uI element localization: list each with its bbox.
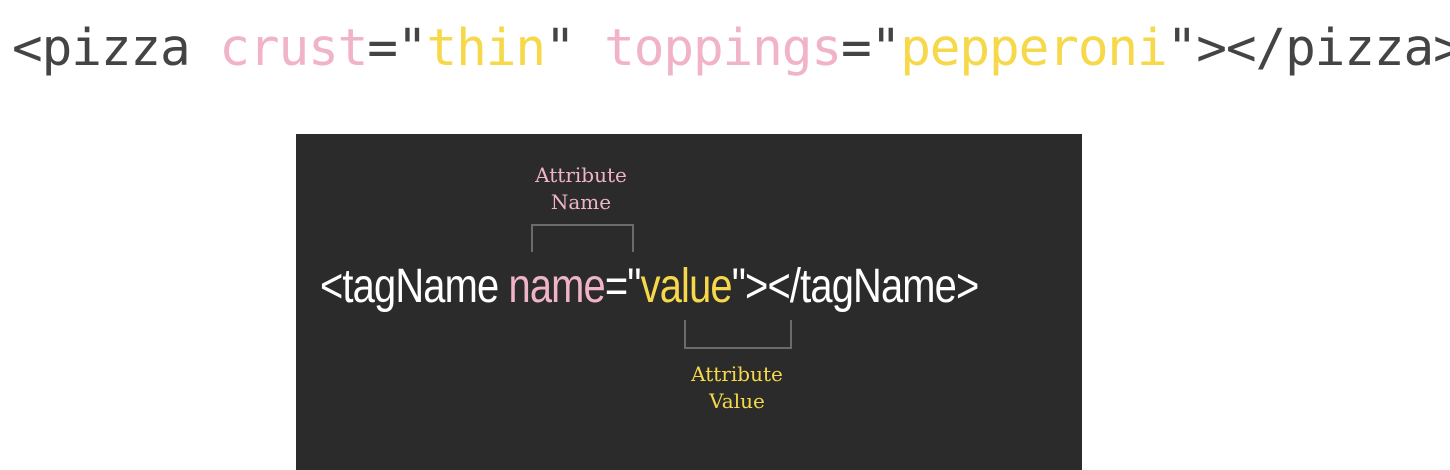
syntax-diagram-panel: Attribute Name <tagName name="value"></t… — [296, 134, 1082, 470]
attribute-name-label: Attribute Name — [481, 162, 681, 216]
attribute-name-label-line1: Attribute — [535, 163, 627, 187]
syntax-attr-value: value — [640, 260, 733, 313]
attribute-value-label-line1: Attribute — [691, 362, 783, 386]
example-attr-crust-name: crust — [219, 19, 368, 78]
example-close-tag: "></pizza> — [1166, 19, 1450, 78]
example-attr-crust-close-quote: " — [544, 19, 576, 78]
attribute-value-label: Attribute Value — [637, 361, 837, 415]
attribute-value-label-line2: Value — [709, 389, 765, 413]
example-open-tag: <pizza — [12, 19, 191, 78]
example-code-line: <pizza crust="thin" toppings="pepperoni"… — [12, 18, 1450, 80]
syntax-close-tag: "></tagName> — [731, 260, 980, 313]
attribute-name-bracket — [531, 224, 634, 252]
example-attr-toppings-value: pepperoni — [900, 19, 1168, 78]
example-attr-toppings-name: toppings — [604, 19, 842, 78]
page: <pizza crust="thin" toppings="pepperoni"… — [0, 0, 1450, 470]
syntax-open-tag: <tagName — [320, 260, 499, 313]
attribute-name-label-line2: Name — [550, 190, 612, 214]
attribute-value-bracket — [684, 320, 792, 349]
example-attr-toppings-eq: =" — [840, 19, 901, 78]
example-attr-crust-eq: =" — [367, 19, 427, 78]
syntax-eq: =" — [604, 260, 642, 313]
syntax-attr-name: name — [508, 260, 606, 313]
syntax-line: <tagName name="value"></tagName> — [320, 258, 979, 316]
example-attr-crust-value: thin — [426, 19, 547, 78]
